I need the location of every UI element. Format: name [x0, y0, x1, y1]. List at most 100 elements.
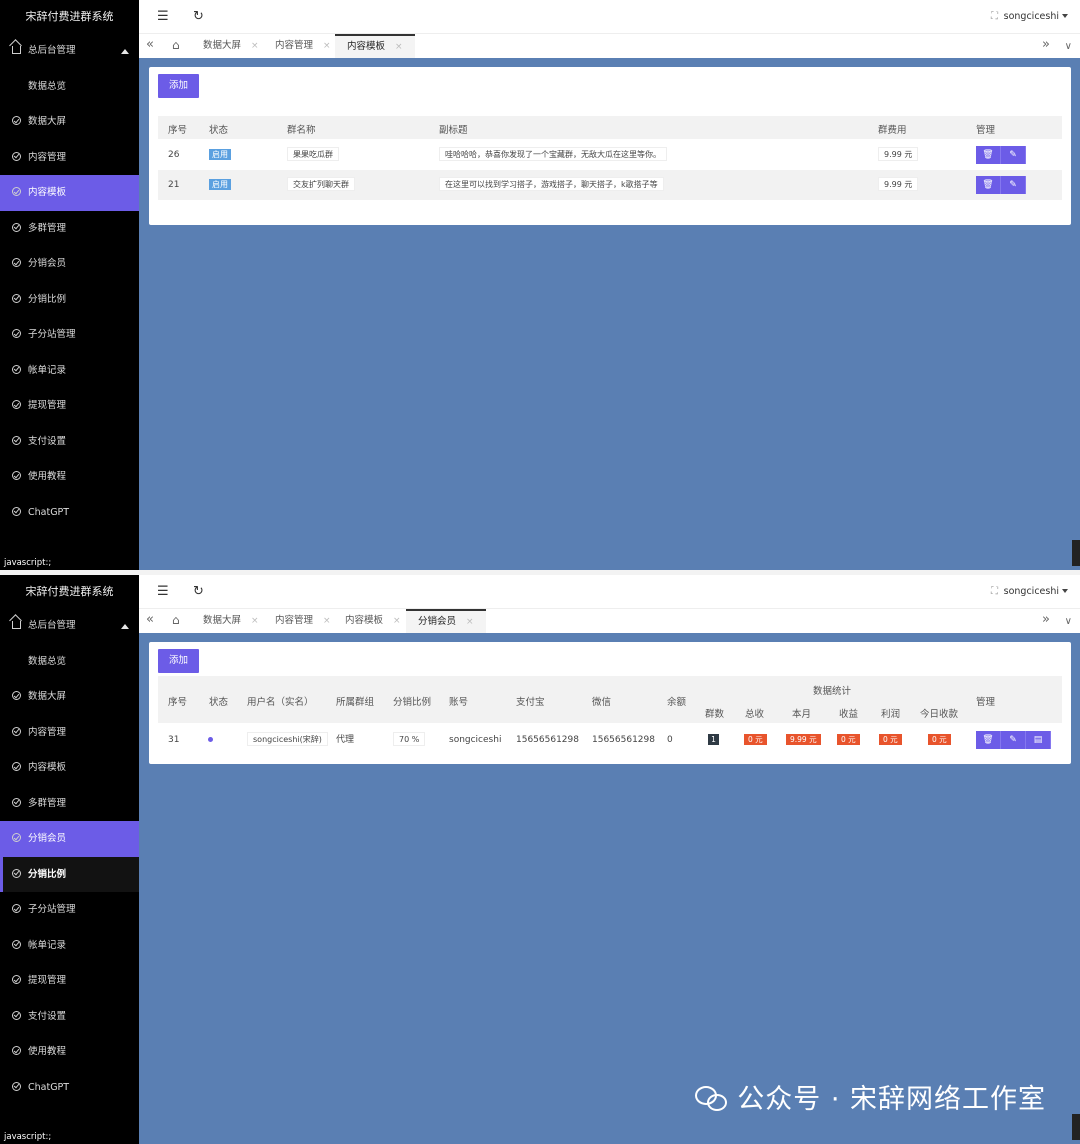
- close-icon[interactable]: ×: [323, 41, 331, 51]
- table-header: 序号 状态 群名称 副标题 群费用 管理: [158, 116, 1062, 139]
- sidebar-item-groups[interactable]: 多群管理: [0, 211, 139, 247]
- sidebar-item-tutorial[interactable]: 使用教程: [0, 1034, 139, 1070]
- sidebar-item-bills[interactable]: 帐单记录: [0, 928, 139, 964]
- col-username: 用户名（实名）: [247, 697, 314, 708]
- close-icon[interactable]: ×: [251, 616, 259, 626]
- refresh-icon[interactable]: ↻: [193, 10, 204, 23]
- app-title: 宋辞付费进群系统: [25, 10, 114, 23]
- topbar: ☰ ↻ ⛶ songciceshi: [139, 575, 1080, 608]
- fullscreen-icon[interactable]: ⛶: [991, 11, 998, 22]
- user-menu[interactable]: songciceshi: [1004, 11, 1068, 22]
- caret-up-icon: [121, 624, 129, 629]
- sidebar-item-members[interactable]: 分销会员: [0, 821, 139, 857]
- tab-dashboard[interactable]: 数据大屏 ×: [191, 609, 271, 633]
- tabs-dropdown-icon[interactable]: ∨: [1065, 615, 1072, 629]
- check-circle-icon: [12, 364, 21, 374]
- group-name-field: 交友扩列聊天群: [287, 177, 355, 191]
- scroll-handle[interactable]: [1072, 540, 1080, 566]
- sidebar-item-withdraw[interactable]: 提现管理: [0, 963, 139, 999]
- tabs-prev-icon[interactable]: «: [146, 38, 154, 52]
- watermark: 公众号 · 宋辞网络工作室: [695, 1077, 1046, 1116]
- sidebar-item-groups[interactable]: 多群管理: [0, 786, 139, 822]
- cell-id: 26: [168, 150, 180, 160]
- edit-button[interactable]: ✎: [1001, 176, 1026, 194]
- cell-id: 21: [168, 180, 180, 190]
- sidebar-item-ratio[interactable]: 分销比例: [0, 856, 139, 892]
- sidebar-item-ratio[interactable]: 分销比例: [0, 282, 139, 318]
- edit-button[interactable]: ✎: [1001, 731, 1026, 749]
- total-badge: 0 元: [744, 734, 767, 745]
- tab-content[interactable]: 内容管理 ×: [263, 34, 343, 58]
- tabs-dropdown-icon[interactable]: ∨: [1065, 40, 1072, 54]
- sidebar-item-tutorial[interactable]: 使用教程: [0, 459, 139, 495]
- view-button[interactable]: ▤: [1026, 731, 1051, 749]
- sidebar-item-admin-root[interactable]: 总后台管理: [0, 33, 139, 69]
- check-circle-icon: [12, 293, 21, 303]
- today-badge: 0 元: [928, 734, 951, 745]
- menu-fold-icon[interactable]: ☰: [157, 585, 169, 598]
- status-dot: [208, 737, 213, 742]
- sidebar-item-overview[interactable]: 数据总览: [0, 69, 139, 105]
- tabs-next-icon[interactable]: »: [1042, 613, 1050, 627]
- col-subtitle: 副标题: [439, 125, 468, 136]
- refresh-icon[interactable]: ↻: [193, 585, 204, 598]
- tab-template[interactable]: 内容模板 ×: [333, 609, 413, 633]
- check-circle-icon: [12, 258, 21, 267]
- close-icon[interactable]: ×: [466, 617, 474, 627]
- sidebar-item-dashboard[interactable]: 数据大屏: [0, 679, 139, 715]
- scroll-handle[interactable]: [1072, 1114, 1080, 1140]
- tabs-prev-icon[interactable]: «: [146, 613, 154, 627]
- check-circle-icon: [12, 939, 21, 949]
- sidebar-item-chatgpt[interactable]: ChatGPT: [0, 495, 139, 531]
- home-tab-icon[interactable]: ⌂: [172, 613, 180, 627]
- tab-members[interactable]: 分销会员 ×: [406, 609, 486, 633]
- sidebar-item-payment[interactable]: 支付设置: [0, 999, 139, 1035]
- menu-fold-icon[interactable]: ☰: [157, 10, 169, 23]
- sidebar-item-overview[interactable]: 数据总览: [0, 644, 139, 680]
- sidebar-item-admin-root[interactable]: 总后台管理: [0, 608, 139, 644]
- sidebar-item-content[interactable]: 内容管理: [0, 140, 139, 176]
- sidebar-item-template[interactable]: 内容模板: [0, 175, 139, 211]
- sidebar-item-substation[interactable]: 子分站管理: [0, 317, 139, 353]
- check-circle-icon: [12, 833, 21, 842]
- tabs-next-icon[interactable]: »: [1042, 38, 1050, 52]
- col-status: 状态: [209, 125, 229, 136]
- fullscreen-icon[interactable]: ⛶: [991, 586, 998, 597]
- sidebar-item-members[interactable]: 分销会员: [0, 246, 139, 282]
- sidebar-item-dashboard[interactable]: 数据大屏: [0, 104, 139, 140]
- check-circle-icon: [12, 116, 21, 125]
- sidebar-item-substation[interactable]: 子分站管理: [0, 892, 139, 928]
- col-manage: 管理: [976, 697, 996, 708]
- delete-button[interactable]: 🗑: [976, 731, 1001, 749]
- check-circle-icon: [12, 435, 21, 445]
- close-icon[interactable]: ×: [395, 42, 403, 52]
- delete-button[interactable]: 🗑: [976, 146, 1001, 164]
- month-badge: 9.99 元: [786, 734, 821, 745]
- close-icon[interactable]: ×: [323, 616, 331, 626]
- caret-up-icon: [121, 49, 129, 54]
- sidebar-item-withdraw[interactable]: 提现管理: [0, 388, 139, 424]
- add-button[interactable]: 添加: [158, 649, 199, 673]
- sidebar-item-chatgpt[interactable]: ChatGPT: [0, 1070, 139, 1106]
- sidebar: 宋辞付费进群系统 总后台管理 数据总览 数据大屏 内容管理 内容模板 多群管理 …: [0, 0, 139, 570]
- home-tab-icon[interactable]: ⌂: [172, 38, 180, 52]
- close-icon[interactable]: ×: [251, 41, 259, 51]
- sidebar-item-payment[interactable]: 支付设置: [0, 424, 139, 460]
- sidebar-item-bills[interactable]: 帐单记录: [0, 353, 139, 389]
- home-icon: [12, 621, 21, 629]
- check-circle-icon: [12, 329, 21, 338]
- close-icon[interactable]: ×: [393, 616, 401, 626]
- sidebar: 宋辞付费进群系统 总后台管理 数据总览 数据大屏 内容管理 内容模板 多群管理 …: [0, 575, 139, 1144]
- sidebar-item-content[interactable]: 内容管理: [0, 715, 139, 751]
- col-income: 收益: [839, 709, 859, 720]
- tab-dashboard[interactable]: 数据大屏 ×: [191, 34, 271, 58]
- tab-template[interactable]: 内容模板 ×: [335, 34, 415, 58]
- add-button[interactable]: 添加: [158, 74, 199, 98]
- edit-button[interactable]: ✎: [1001, 146, 1026, 164]
- user-menu[interactable]: songciceshi: [1004, 586, 1068, 597]
- delete-button[interactable]: 🗑: [976, 176, 1001, 194]
- check-circle-icon: [12, 797, 21, 807]
- sidebar-item-template[interactable]: 内容模板: [0, 750, 139, 786]
- tab-content[interactable]: 内容管理 ×: [263, 609, 343, 633]
- cell-balance: 0: [667, 735, 673, 745]
